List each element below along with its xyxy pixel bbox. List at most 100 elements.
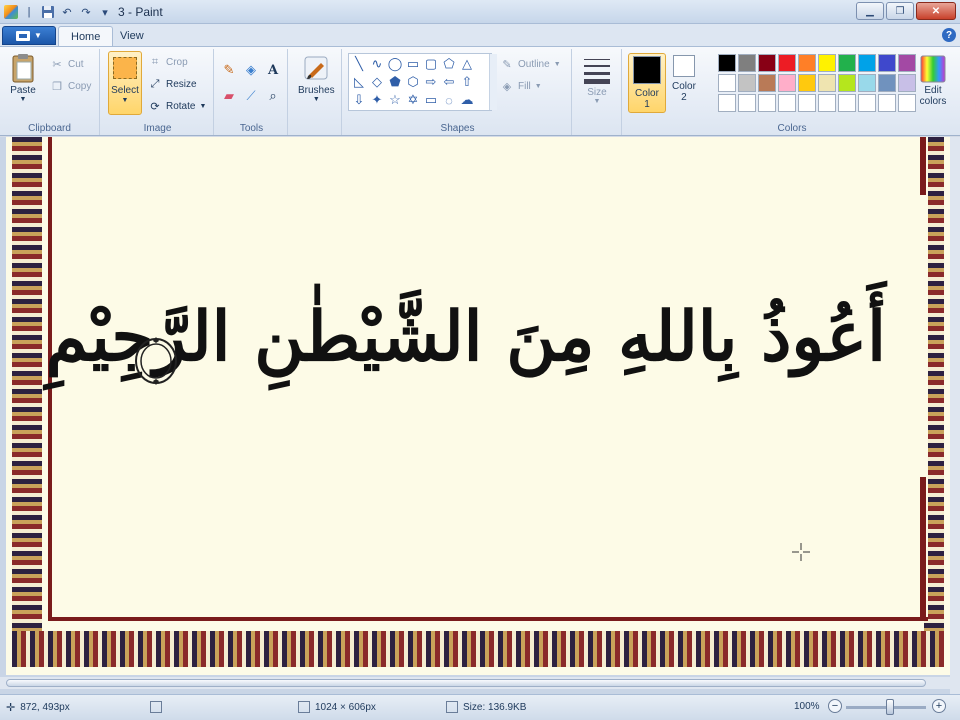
size-group: Size ▼ [574, 49, 622, 135]
palette-swatch[interactable] [878, 54, 896, 72]
select-button[interactable]: Select ▼ [108, 51, 142, 115]
palette-swatch[interactable] [818, 74, 836, 92]
resize-button[interactable]: ⤢ Resize [148, 77, 197, 91]
paste-dropdown-icon[interactable]: ▼ [20, 96, 27, 103]
line-shape-icon[interactable]: ╲ [351, 56, 367, 72]
fill-button[interactable]: ◈ Fill ▼ [500, 79, 542, 93]
copy-button[interactable]: ❐ Copy [50, 79, 91, 93]
polygon-shape-icon[interactable]: ⬠ [441, 56, 457, 72]
customize-quick-access-icon[interactable]: ▾ [97, 4, 113, 20]
palette-swatch[interactable] [778, 94, 796, 112]
zoom-in-button[interactable]: + [932, 699, 946, 713]
crop-button[interactable]: ⌗ Crop [148, 55, 188, 69]
edit-colors-button[interactable]: Edit colors [918, 53, 948, 107]
color1-button[interactable]: Color 1 [628, 53, 666, 113]
canvas-workspace[interactable]: أَعُوذُ بِاللهِ مِنَ الشَّيْطٰنِ الرَّجِ… [0, 137, 960, 694]
palette-swatch[interactable] [718, 54, 736, 72]
magnifier-icon[interactable]: ⌕ [264, 87, 282, 105]
cut-button[interactable]: ✂ Cut [50, 57, 83, 71]
palette-swatch[interactable] [858, 94, 876, 112]
triangle-shape-icon[interactable]: △ [459, 56, 475, 72]
palette-swatch[interactable] [838, 54, 856, 72]
size-button[interactable]: Size ▼ [582, 55, 612, 105]
oval-callout-shape-icon[interactable]: ◌ [441, 92, 457, 108]
palette-swatch[interactable] [718, 74, 736, 92]
paint-app-icon[interactable] [4, 5, 18, 19]
select-dropdown-icon[interactable]: ▼ [122, 97, 129, 104]
palette-swatch[interactable] [818, 54, 836, 72]
palette-swatch[interactable] [818, 94, 836, 112]
palette-swatch[interactable] [718, 94, 736, 112]
palette-swatch[interactable] [798, 94, 816, 112]
palette-swatch[interactable] [898, 94, 916, 112]
palette-swatch[interactable] [898, 74, 916, 92]
paste-button[interactable]: Paste ▼ [8, 53, 38, 103]
palette-swatch[interactable] [738, 94, 756, 112]
eraser-icon[interactable]: ▰ [220, 87, 238, 105]
help-icon[interactable]: ? [942, 28, 956, 42]
palette-swatch[interactable] [758, 74, 776, 92]
zoom-out-button[interactable]: − [828, 699, 842, 713]
down-arrow-shape-icon[interactable]: ⇩ [351, 92, 367, 108]
palette-swatch[interactable] [798, 54, 816, 72]
color-picker-icon[interactable]: ⟋ [242, 87, 260, 105]
rotate-button[interactable]: ⟳ Rotate ▼ [148, 99, 206, 113]
tab-home[interactable]: Home [58, 26, 114, 46]
right-arrow-shape-icon[interactable]: ⇨ [423, 74, 439, 90]
oval-shape-icon[interactable]: ◯ [387, 56, 403, 72]
palette-swatch[interactable] [738, 74, 756, 92]
zoom-slider-thumb[interactable] [886, 699, 894, 715]
horizontal-scroll-thumb[interactable] [6, 679, 926, 687]
left-arrow-shape-icon[interactable]: ⇦ [441, 74, 457, 90]
rounded-rectangle-shape-icon[interactable]: ▢ [423, 56, 439, 72]
six-point-star-shape-icon[interactable]: ✡ [405, 92, 421, 108]
drawing-canvas[interactable]: أَعُوذُ بِاللهِ مِنَ الشَّيْطٰنِ الرَّجِ… [6, 137, 950, 675]
text-tool-icon[interactable]: A [264, 61, 282, 79]
curve-shape-icon[interactable]: ∿ [369, 56, 385, 72]
tools-group-label: Tools [239, 123, 264, 134]
palette-swatch[interactable] [798, 74, 816, 92]
fill-bucket-icon[interactable]: ◈ [242, 61, 260, 79]
diamond-shape-icon[interactable]: ◇ [369, 74, 385, 90]
rectangle-shape-icon[interactable]: ▭ [405, 56, 421, 72]
palette-swatch[interactable] [878, 94, 896, 112]
outline-button[interactable]: ✎ Outline ▼ [500, 57, 560, 71]
four-point-star-shape-icon[interactable]: ✦ [369, 92, 385, 108]
palette-swatch[interactable] [898, 54, 916, 72]
image-group: Select ▼ ⌗ Crop ⤢ Resize ⟳ Rotate ▼ Imag… [102, 49, 214, 135]
palette-swatch[interactable] [838, 74, 856, 92]
title-bar: | ↶ ↷ ▾ 3 - Paint ▁ ❐ ✕ [0, 0, 960, 24]
verse-end-ornament [135, 337, 177, 385]
save-icon[interactable] [40, 4, 56, 20]
up-arrow-shape-icon[interactable]: ⇧ [459, 74, 475, 90]
palette-swatch[interactable] [778, 54, 796, 72]
palette-swatch[interactable] [838, 94, 856, 112]
rounded-callout-shape-icon[interactable]: ▭ [423, 92, 439, 108]
horizontal-scrollbar[interactable] [0, 677, 950, 689]
tab-view[interactable]: View [108, 26, 156, 46]
shapes-scrollbar[interactable] [489, 54, 497, 110]
paint-menu-button[interactable]: ▼ [2, 26, 56, 45]
palette-swatch[interactable] [758, 54, 776, 72]
cursor-position-icon: ✛ [6, 702, 16, 714]
right-triangle-shape-icon[interactable]: ◺ [351, 74, 367, 90]
palette-swatch[interactable] [858, 74, 876, 92]
palette-swatch[interactable] [758, 94, 776, 112]
close-button[interactable]: ✕ [916, 2, 956, 20]
palette-swatch[interactable] [878, 74, 896, 92]
color2-button[interactable]: Color 2 [672, 55, 696, 103]
pentagon-shape-icon[interactable]: ⬟ [387, 74, 403, 90]
cloud-callout-shape-icon[interactable]: ☁ [459, 92, 475, 108]
undo-icon[interactable]: ↶ [59, 4, 75, 20]
palette-swatch[interactable] [738, 54, 756, 72]
palette-swatch[interactable] [778, 74, 796, 92]
hexagon-shape-icon[interactable]: ⬡ [405, 74, 421, 90]
pencil-icon[interactable]: ✎ [220, 61, 238, 79]
minimize-button[interactable]: ▁ [856, 2, 884, 20]
maximize-button[interactable]: ❐ [886, 2, 914, 20]
brushes-button[interactable]: Brushes ▼ [298, 53, 335, 103]
palette-swatch[interactable] [858, 54, 876, 72]
redo-icon[interactable]: ↷ [78, 4, 94, 20]
vertical-scrollbar[interactable] [950, 137, 960, 694]
five-point-star-shape-icon[interactable]: ☆ [387, 92, 403, 108]
